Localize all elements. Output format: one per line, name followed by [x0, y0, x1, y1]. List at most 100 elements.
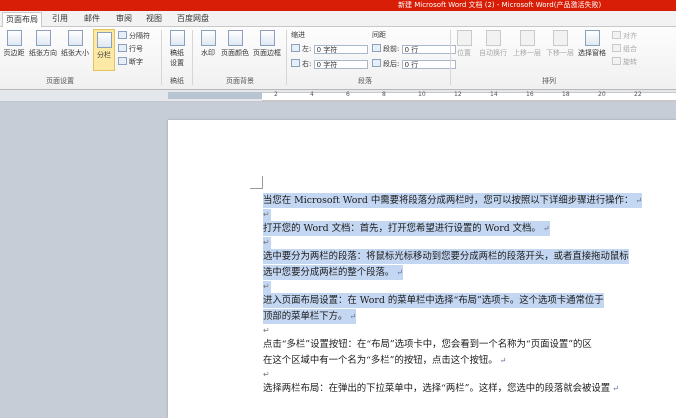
margins-button[interactable]: 页边距 [2, 30, 26, 58]
page-borders-button[interactable]: 页面边框 [252, 30, 282, 58]
spacing-after-icon [372, 59, 381, 67]
group-icon [612, 44, 621, 52]
page-color-button[interactable]: 页面颜色 [220, 30, 250, 58]
columns-icon [96, 32, 112, 48]
watermark-button[interactable]: 水印 [197, 30, 219, 58]
wrap-text-button[interactable]: 自动换行 [478, 30, 508, 58]
selection-pane-button[interactable]: 选择窗格 [577, 30, 607, 58]
spacing-before-spinner[interactable]: 0 行 [401, 44, 456, 54]
document-text-line: 点击“多栏”设置按钮：在“布局”选项卡中，您会看到一个名称为“页面设置”的区 [263, 337, 592, 352]
page-color-icon [227, 30, 243, 46]
document-page[interactable]: 当您在 Microsoft Word 中需要将段落分成两栏时，您可以按照以下详细… [168, 120, 676, 418]
line-numbers-button[interactable]: 行号 [118, 44, 143, 54]
ribbon-tab-strip: 页面布局 引用 邮件 审阅 视图 百度网盘 [0, 11, 676, 27]
wrap-text-icon [485, 30, 501, 46]
document-text-line: 选择两栏布局：在弹出的下拉菜单中，选择“两栏”。这样，您选中的段落就会被设置 ↵ [263, 381, 619, 396]
empty-paragraph: ↵ [263, 369, 271, 381]
tab-review[interactable]: 审阅 [116, 12, 132, 25]
size-button[interactable]: 纸张大小 [60, 30, 90, 58]
line-text: 进入页面布局设置：在 Word 的菜单栏中选择“布局”选项卡。这个选项卡通常位于 [263, 295, 604, 306]
tab-page-layout[interactable]: 页面布局 [2, 12, 42, 27]
window-title: 新建 Microsoft Word 文档 (2) - Microsoft Wor… [398, 1, 602, 9]
line-text: 点击“多栏”设置按钮：在“布局”选项卡中，您会看到一个名称为“页面设置”的区 [263, 339, 592, 350]
tab-references[interactable]: 引用 [52, 12, 68, 25]
spacing-after-spinner[interactable]: 0 行 [401, 59, 456, 69]
orientation-button[interactable]: 纸张方向 [28, 30, 58, 58]
page-borders-icon [259, 30, 275, 46]
spacing-header: 间距 [372, 31, 386, 39]
group-divider [286, 30, 287, 85]
horizontal-ruler[interactable]: 2 4 6 8 10 12 14 16 18 20 22 [0, 90, 676, 102]
empty-paragraph: ↵ [263, 281, 271, 293]
position-icon [456, 30, 472, 46]
ruler-number: 14 [490, 91, 498, 98]
tab-mailings[interactable]: 邮件 [84, 12, 100, 25]
group-button[interactable]: 组合 [612, 44, 637, 54]
group-divider [192, 30, 193, 85]
manuscript-icon [169, 30, 185, 46]
line-text: 选中要分为两栏的段落：将鼠标光标移动到您要分成两栏的段落开头，或者直接拖动鼠标 [263, 251, 629, 262]
page-background-group-label: 页面背景 [226, 77, 254, 85]
paragraph-mark: ↵ [263, 370, 270, 379]
breaks-icon [118, 31, 127, 39]
indent-right-icon [291, 59, 300, 67]
tab-view[interactable]: 视图 [146, 12, 162, 25]
paragraph-mark: ↵ [612, 384, 619, 393]
paragraph-mark: ↵ [263, 238, 270, 247]
watermark-icon [200, 30, 216, 46]
ruler-number: 18 [562, 91, 570, 98]
paragraph-mark: ↵ [499, 356, 507, 365]
empty-paragraph: ↵ [263, 209, 271, 221]
document-text-line: 进入页面布局设置：在 Word 的菜单栏中选择“布局”选项卡。这个选项卡通常位于 [263, 293, 604, 308]
paper-size-icon [67, 30, 83, 46]
ruler-number: 20 [598, 91, 606, 98]
rotate-button[interactable]: 旋转 [612, 57, 637, 67]
paragraph-mark: ↵ [263, 210, 270, 219]
ruler-text-area [262, 92, 676, 101]
tab-baidu-netdisk[interactable]: 百度网盘 [177, 12, 209, 25]
indent-right-row: 右: 0 字符 [291, 59, 368, 69]
breaks-button[interactable]: 分隔符 [118, 31, 150, 41]
paragraph-mark: ↵ [542, 224, 550, 233]
send-backward-icon [552, 30, 568, 46]
margins-icon [6, 30, 22, 46]
indent-right-spinner[interactable]: 0 字符 [313, 59, 368, 69]
line-text: 当您在 Microsoft Word 中需要将段落分成两栏时，您可以按照以下详细… [263, 195, 634, 206]
empty-paragraph: ↵ [263, 237, 271, 249]
rotate-icon [612, 57, 621, 65]
document-text-line: 打开您的 Word 文档：首先，打开您希望进行设置的 Word 文档。 ↵ [263, 221, 550, 236]
ruler-number: 2 [274, 91, 278, 98]
spacing-before-icon [372, 44, 381, 52]
selection-pane-icon [584, 30, 600, 46]
manuscript-settings-button[interactable]: 稿纸 设置 [166, 30, 188, 68]
columns-button[interactable]: 分栏 [93, 29, 115, 71]
send-backward-button[interactable]: 下移一层 [545, 30, 575, 58]
manuscript-group-label: 稿纸 [170, 77, 184, 85]
paragraph-group-label: 段落 [358, 77, 372, 85]
align-button[interactable]: 对齐 [612, 31, 637, 41]
indent-left-row: 左: 0 字符 [291, 44, 368, 54]
page-setup-group-label: 页面设置 [46, 77, 74, 85]
hyphenation-button[interactable]: 断字 [118, 57, 143, 67]
line-text: 顶部的菜单栏下方。 [263, 311, 348, 322]
paragraph-mark: ↵ [349, 312, 357, 321]
ruler-number: 12 [454, 91, 462, 98]
spacing-after-row: 段后: 0 行 [372, 59, 456, 69]
paragraph-mark: ↵ [396, 268, 403, 277]
bring-forward-button[interactable]: 上移一层 [512, 30, 542, 58]
document-text-line: 在这个区域中有一个名为“多栏”的按钮，点击这个按钮。 ↵ [263, 353, 506, 368]
indent-left-spinner[interactable]: 0 字符 [313, 44, 368, 54]
margin-corner-mark [250, 176, 263, 189]
bring-forward-icon [519, 30, 535, 46]
group-divider [450, 30, 451, 85]
empty-paragraph: ↵ [263, 325, 271, 337]
document-text-line: 当您在 Microsoft Word 中需要将段落分成两栏时，您可以按照以下详细… [263, 193, 643, 208]
position-button[interactable]: 位置 [454, 30, 474, 58]
ruler-number: 6 [346, 91, 350, 98]
paragraph-mark: ↵ [635, 196, 643, 205]
line-text: 选中您要分成两栏的整个段落。 [263, 267, 395, 278]
arrange-group-label: 排列 [542, 77, 556, 85]
document-workspace: 当您在 Microsoft Word 中需要将段落分成两栏时，您可以按照以下详细… [0, 102, 676, 418]
paragraph-mark: ↵ [263, 282, 270, 291]
indent-left-icon [291, 44, 300, 52]
